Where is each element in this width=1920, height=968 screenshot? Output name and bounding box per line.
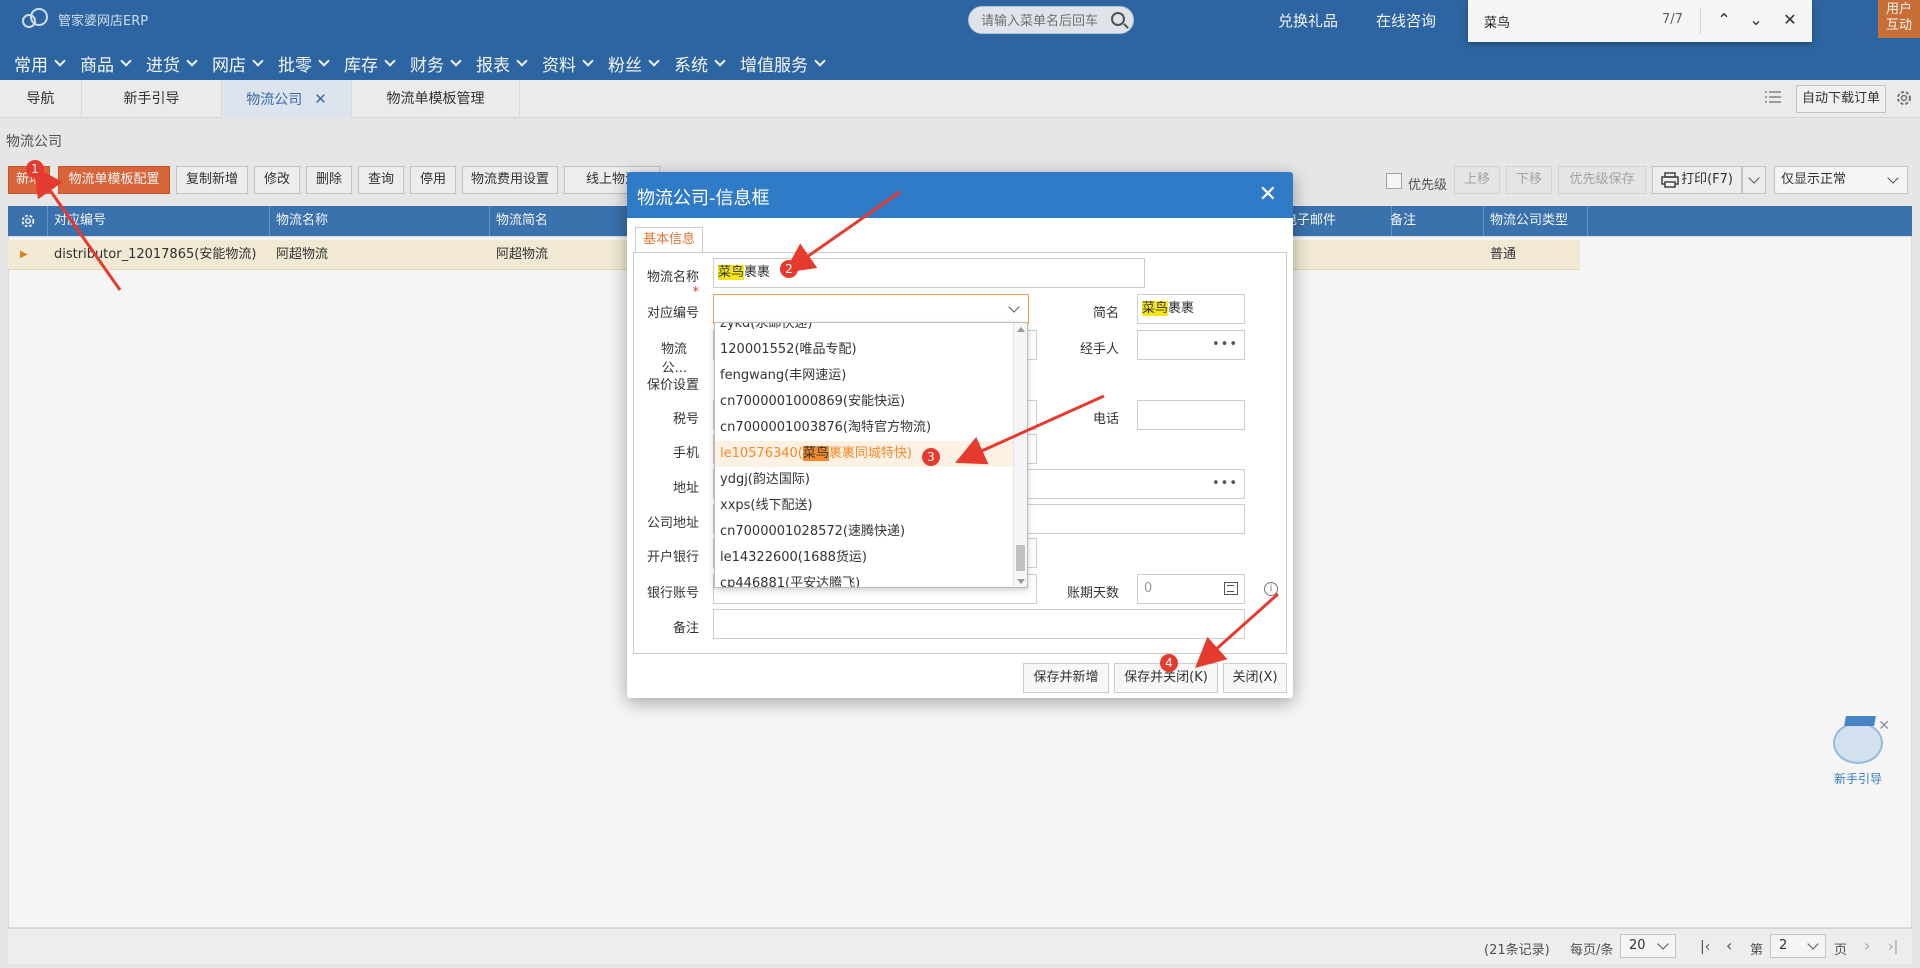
arrow-2 <box>784 190 901 273</box>
arrow-3 <box>955 394 1105 465</box>
step-marker-2: 2 <box>780 260 798 278</box>
step-marker-1: 1 <box>26 160 44 178</box>
step-marker-4: 4 <box>1160 654 1178 672</box>
arrow-4 <box>1195 592 1279 668</box>
annotation-arrows <box>33 166 1279 668</box>
step-marker-3: 3 <box>922 448 940 466</box>
arrow-1 <box>33 166 122 291</box>
